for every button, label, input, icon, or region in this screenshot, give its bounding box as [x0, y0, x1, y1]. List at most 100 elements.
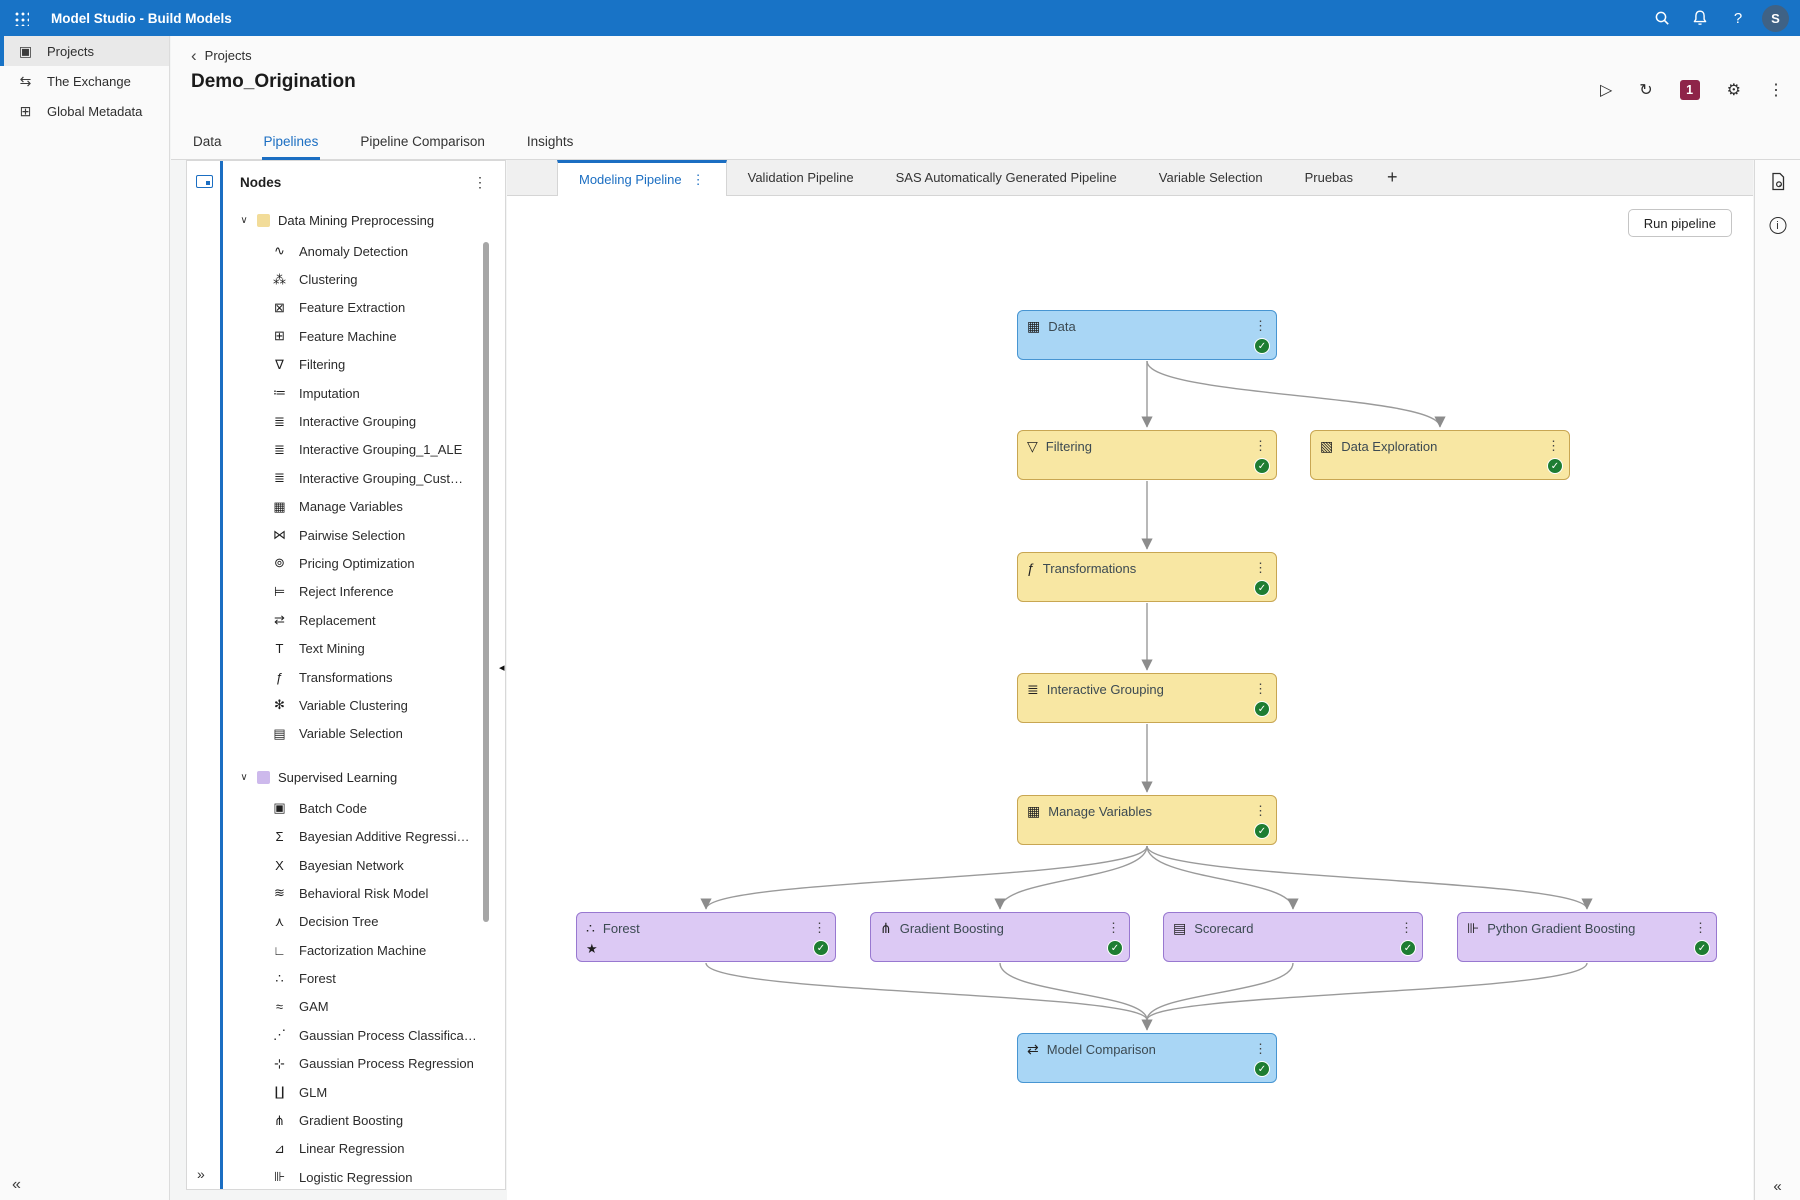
- node-menu-icon[interactable]: ⋮: [1254, 560, 1267, 576]
- library-node-label: Factorization Machine: [299, 943, 426, 958]
- data-exploration-node[interactable]: ▧Data Exploration⋮✓: [1310, 430, 1570, 480]
- library-node-decision-tree[interactable]: ⋏Decision Tree: [226, 908, 505, 936]
- pipeline-tab-variable-selection[interactable]: Variable Selection: [1138, 160, 1284, 195]
- library-node-anomaly-detection[interactable]: ∿Anomaly Detection: [226, 237, 505, 265]
- library-node-glm[interactable]: ∐GLM: [226, 1078, 505, 1106]
- library-node-interactive-grouping[interactable]: ≣Interactive Grouping: [226, 407, 505, 435]
- library-node-factorization-machine[interactable]: ∟Factorization Machine: [226, 936, 505, 964]
- node-group-header-supervised-learning[interactable]: ∨Supervised Learning: [226, 770, 505, 785]
- pipeline-report-icon[interactable]: [1769, 172, 1786, 196]
- node-menu-icon[interactable]: ⋮: [813, 920, 826, 936]
- library-node-pricing-optimization[interactable]: ⊚Pricing Optimization: [226, 549, 505, 577]
- run-pipeline-button[interactable]: Run pipeline: [1628, 209, 1732, 237]
- python-gradient-boosting-node[interactable]: ⊪Python Gradient Boosting⋮✓: [1457, 912, 1717, 962]
- pipeline-tab-modeling-pipeline[interactable]: Modeling Pipeline⋮: [557, 160, 727, 196]
- settings-gear-icon[interactable]: ⚙: [1727, 80, 1741, 100]
- library-node-interactive-grouping-1-ale[interactable]: ≣Interactive Grouping_1_ALE: [226, 436, 505, 464]
- model-comparison-node[interactable]: ⇄Model Comparison⋮✓: [1017, 1033, 1277, 1083]
- node-menu-icon[interactable]: ⋮: [1254, 1041, 1267, 1057]
- help-icon[interactable]: ?: [1724, 4, 1752, 32]
- library-node-bayesian-additive-regressi[interactable]: ΣBayesian Additive Regressi…: [226, 822, 505, 850]
- tab-menu-icon[interactable]: ⋮: [692, 172, 705, 188]
- filtering-node[interactable]: ▽Filtering⋮✓: [1017, 430, 1277, 480]
- search-icon[interactable]: [1648, 4, 1676, 32]
- nodes-panel-toggle-icon[interactable]: [196, 175, 213, 188]
- nodes-panel-menu-icon[interactable]: ⋮: [469, 174, 491, 191]
- notifications-bell-icon[interactable]: [1686, 4, 1714, 32]
- library-node-batch-code[interactable]: ▣Batch Code: [226, 794, 505, 822]
- tab-data[interactable]: Data: [191, 134, 224, 160]
- library-node-interactive-grouping-cust[interactable]: ≣Interactive Grouping_Cust…: [226, 464, 505, 492]
- pipeline-tab-validation-pipeline[interactable]: Validation Pipeline: [727, 160, 875, 195]
- gradient-boosting-node[interactable]: ⋔Gradient Boosting⋮✓: [870, 912, 1130, 962]
- library-node-pairwise-selection[interactable]: ⋈Pairwise Selection: [226, 521, 505, 549]
- library-node-clustering[interactable]: ⁂Clustering: [226, 265, 505, 293]
- node-menu-icon[interactable]: ⋮: [1400, 920, 1413, 936]
- library-node-label: Behavioral Risk Model: [299, 886, 428, 901]
- tab-pipelines[interactable]: Pipelines: [262, 134, 321, 160]
- tab-pipeline-comparison[interactable]: Pipeline Comparison: [358, 134, 487, 160]
- refresh-icon[interactable]: ↻: [1639, 80, 1652, 100]
- library-node-reject-inference[interactable]: ⊨Reject Inference: [226, 578, 505, 606]
- nodes-panel-scrollbar[interactable]: [483, 242, 489, 922]
- library-node-behavioral-risk-model[interactable]: ≋Behavioral Risk Model: [226, 879, 505, 907]
- library-node-feature-machine[interactable]: ⊞Feature Machine: [226, 322, 505, 350]
- library-node-text-mining[interactable]: TText Mining: [226, 634, 505, 662]
- library-node-replacement[interactable]: ⇄Replacement: [226, 606, 505, 634]
- library-node-gradient-boosting[interactable]: ⋔Gradient Boosting: [226, 1106, 505, 1134]
- app-switcher-icon[interactable]: [13, 10, 29, 26]
- node-menu-icon[interactable]: ⋮: [1547, 438, 1560, 454]
- library-node-logistic-regression[interactable]: ⊪Logistic Regression: [226, 1163, 505, 1189]
- add-pipeline-button[interactable]: +: [1374, 160, 1411, 195]
- run-project-icon[interactable]: ▷: [1600, 80, 1612, 100]
- library-node-feature-extraction[interactable]: ⊠Feature Extraction: [226, 294, 505, 322]
- library-node-gaussian-process-classifica[interactable]: ⋰Gaussian Process Classifica…: [226, 1021, 505, 1049]
- notification-count-badge[interactable]: 1: [1680, 80, 1700, 100]
- library-node-variable-clustering[interactable]: ✻Variable Clustering: [226, 691, 505, 719]
- node-menu-icon[interactable]: ⋮: [1254, 681, 1267, 697]
- node-menu-icon[interactable]: ⋮: [1107, 920, 1120, 936]
- sidebar-collapse-button[interactable]: «: [8, 1172, 25, 1198]
- projects-icon: ▣: [17, 43, 34, 60]
- nodes-panel-collapse-button[interactable]: »: [194, 1163, 208, 1185]
- library-node-imputation[interactable]: ≔Imputation: [226, 379, 505, 407]
- library-node-gam[interactable]: ≈GAM: [226, 993, 505, 1021]
- interactive-grouping-node[interactable]: ≣Interactive Grouping⋮✓: [1017, 673, 1277, 723]
- tab-insights[interactable]: Insights: [525, 134, 576, 160]
- scorecard-node[interactable]: ▤Scorecard⋮✓: [1163, 912, 1423, 962]
- sidebar-item-global-metadata[interactable]: ⊞Global Metadata: [0, 96, 169, 126]
- breadcrumb[interactable]: ‹ Projects: [191, 48, 252, 63]
- library-node-label: Imputation: [299, 386, 360, 401]
- library-node-linear-regression[interactable]: ⊿Linear Regression: [226, 1135, 505, 1163]
- manage-variables-node[interactable]: ▦Manage Variables⋮✓: [1017, 795, 1277, 845]
- right-rail-collapse-button[interactable]: «: [1770, 1175, 1784, 1198]
- library-node-label: Clustering: [299, 272, 358, 287]
- node-menu-icon[interactable]: ⋮: [1694, 920, 1707, 936]
- group-color-swatch: [257, 214, 270, 227]
- library-node-manage-variables[interactable]: ▦Manage Variables: [226, 493, 505, 521]
- forest-node[interactable]: ∴Forest⋮★✓: [576, 912, 836, 962]
- sidebar-item-projects[interactable]: ▣Projects: [0, 36, 169, 66]
- node-menu-icon[interactable]: ⋮: [1254, 318, 1267, 334]
- library-node-forest[interactable]: ∴Forest: [226, 964, 505, 992]
- transformations-node-header: ƒTransformations: [1018, 553, 1276, 576]
- python-gradient-boosting-icon: ⊪: [1467, 920, 1479, 937]
- library-node-filtering[interactable]: ∇Filtering: [226, 351, 505, 379]
- node-menu-icon[interactable]: ⋮: [1254, 803, 1267, 819]
- transformations-node[interactable]: ƒTransformations⋮✓: [1017, 552, 1277, 602]
- library-node-variable-selection[interactable]: ▤Variable Selection: [226, 720, 505, 748]
- forest-node-header: ∴Forest: [577, 913, 835, 937]
- node-menu-icon[interactable]: ⋮: [1254, 438, 1267, 454]
- info-icon[interactable]: i: [1769, 217, 1786, 234]
- node-group-header-data-mining-preprocessing[interactable]: ∨Data Mining Preprocessing: [226, 213, 505, 228]
- avatar[interactable]: S: [1762, 5, 1789, 32]
- panel-resize-handle-icon[interactable]: ◂: [499, 661, 505, 674]
- library-node-transformations[interactable]: ƒTransformations: [226, 663, 505, 691]
- sidebar-item-the-exchange[interactable]: ⇆The Exchange: [0, 66, 169, 96]
- library-node-bayesian-network[interactable]: ΧBayesian Network: [226, 851, 505, 879]
- more-menu-icon[interactable]: ⋮: [1768, 80, 1784, 100]
- data-node[interactable]: ▦Data⋮✓: [1017, 310, 1277, 360]
- pipeline-tab-sas-automatically-generated-pipeline[interactable]: SAS Automatically Generated Pipeline: [875, 160, 1138, 195]
- library-node-gaussian-process-regression[interactable]: ⊹Gaussian Process Regression: [226, 1050, 505, 1078]
- pipeline-tab-pruebas[interactable]: Pruebas: [1284, 160, 1374, 195]
